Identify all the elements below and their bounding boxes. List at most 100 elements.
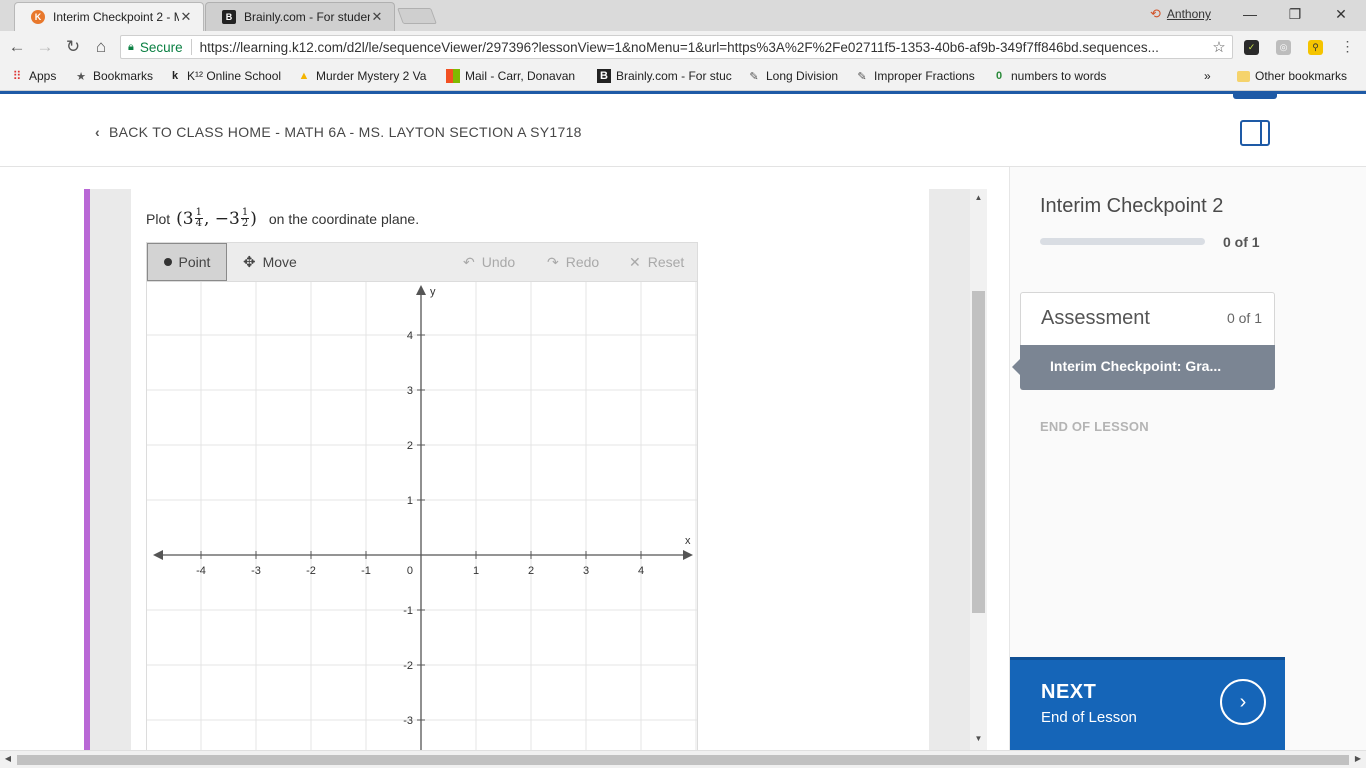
next-label: NEXT [1041, 681, 1097, 703]
extension-search-icon[interactable]: ⚲ [1308, 40, 1323, 55]
reset-x-icon: ✕ [629, 253, 641, 270]
scroll-up-arrow-icon[interactable]: ▲ [973, 193, 984, 202]
page-horizontal-scrollbar[interactable]: ◀ ▶ [0, 750, 1366, 768]
undo-button[interactable]: ↶ Undo [463, 243, 515, 281]
y-fraction-denominator: 2 [241, 218, 249, 229]
x-whole: 3 [182, 208, 194, 229]
profile-button[interactable]: ⟲ Anthony [1150, 6, 1211, 22]
bookmark-label: K¹² Online School [187, 69, 282, 83]
course-header: ‹ BACK TO CLASS HOME - MATH 6A - MS. LAY… [0, 94, 1366, 167]
back-to-class-link[interactable]: ‹ BACK TO CLASS HOME - MATH 6A - MS. LAY… [95, 124, 582, 140]
tab-interim-checkpoint[interactable]: K Interim Checkpoint 2 - M ✕ [14, 2, 204, 31]
minimize-icon[interactable]: — [1235, 3, 1265, 25]
content-scrollbar-thumb[interactable] [972, 291, 985, 613]
bookmark-star-icon[interactable]: ☆ [1206, 38, 1232, 56]
scroll-right-arrow-icon[interactable]: ▶ [1352, 754, 1364, 763]
lesson-content: ▲ ▼ Plot (3 14, −3 1 2) on the coordinate… [84, 189, 987, 750]
x-tick-label: 4 [638, 565, 644, 577]
brainly-icon: B [597, 69, 611, 83]
bookmark-item[interactable]: ▲ Murder Mystery 2 Va [297, 69, 427, 83]
browser-tab-bar: K Interim Checkpoint 2 - M ✕ B Brainly.c… [0, 0, 1366, 31]
x-tick-label: -2 [306, 565, 316, 577]
bookmark-label: Apps [29, 69, 57, 83]
coordinate-plane-svg[interactable]: x y -4 -3 -2 -1 1 2 3 4 4 3 2 1 -1 -2 -3 0 [147, 282, 697, 750]
scroll-left-arrow-icon[interactable]: ◀ [2, 754, 14, 763]
move-arrows-icon: ✥ [243, 254, 256, 271]
coordinate-plane[interactable]: x y -4 -3 -2 -1 1 2 3 4 4 3 2 1 -1 -2 -3 0 [146, 282, 698, 750]
lesson-sidebar: Interim Checkpoint 2 0 of 1 Assessment 0… [1009, 167, 1366, 750]
apps-grid-icon: ⠿ [12, 69, 22, 83]
k12-favicon-icon: K [31, 10, 45, 24]
overflow-label: » [1204, 69, 1211, 83]
restore-icon[interactable]: ❐ [1280, 3, 1310, 25]
lock-icon: 🔒︎ [128, 40, 134, 53]
y-tick-label: -3 [403, 715, 413, 727]
scroll-down-arrow-icon[interactable]: ▼ [973, 734, 984, 743]
divider [190, 39, 192, 55]
bookmark-apps[interactable]: ⠿ Apps [10, 69, 57, 83]
url-text[interactable]: https://learning.k12.com/d2l/le/sequence… [200, 40, 1206, 55]
y-tick-label: -2 [403, 660, 413, 672]
bookmark-item[interactable]: B Brainly.com - For stuc [597, 69, 732, 83]
close-icon[interactable]: ✕ [370, 9, 384, 25]
bookmark-label: numbers to words [1011, 69, 1107, 83]
new-tab-button[interactable] [397, 8, 437, 24]
bookmark-item[interactable]: ★ Bookmarks [74, 69, 153, 83]
assessment-item-current[interactable]: Interim Checkpoint: Gra... [1012, 345, 1275, 390]
x-tick-label: -1 [361, 565, 371, 577]
home-icon[interactable]: ⌂ [90, 36, 112, 58]
back-link-label: BACK TO CLASS HOME - MATH 6A - MS. LAYTO… [108, 124, 582, 140]
y-tick-label: 1 [407, 495, 413, 507]
lesson-progress-bar [1040, 238, 1205, 245]
page: ‹ BACK TO CLASS HOME - MATH 6A - MS. LAY… [0, 91, 1366, 750]
undo-label: Undo [481, 254, 516, 270]
bookmark-item[interactable]: k K¹² Online School [168, 69, 281, 83]
bookmark-item[interactable]: ✎ Improper Fractions [855, 69, 974, 83]
bookmark-item[interactable]: 0 numbers to words [992, 69, 1106, 83]
question-prefix: Plot [146, 210, 171, 227]
menu-kebab-icon[interactable]: ⋮ [1340, 39, 1355, 55]
y-whole: −3 [214, 208, 240, 229]
move-tool-button[interactable]: ✥ Move [243, 243, 297, 281]
page-icon: ✎ [749, 70, 759, 83]
undo-icon: ↶ [463, 253, 475, 270]
secure-label: Secure [139, 39, 183, 55]
bookmark-label: Bookmarks [93, 69, 154, 83]
bookmark-item[interactable]: Mail - Carr, Donavan [446, 69, 575, 83]
tab-title: Interim Checkpoint 2 - M [53, 10, 179, 24]
back-arrow-icon[interactable]: ← [6, 36, 28, 58]
y-tick-label: -1 [403, 605, 413, 617]
k12-icon: k [171, 70, 179, 82]
bookmarks-bar: ⠿ Apps ★ Bookmarks k K¹² Online School ▲… [0, 63, 1366, 91]
x-fraction-denominator: 4 [195, 218, 202, 229]
assessment-card[interactable]: Assessment 0 of 1 Interim Checkpoint: Gr… [1012, 292, 1275, 390]
move-tool-label: Move [262, 254, 297, 270]
window-close-icon[interactable]: ✕ [1326, 3, 1356, 25]
redo-label: Redo [565, 254, 600, 270]
next-button[interactable]: NEXT End of Lesson › [1010, 657, 1285, 750]
point-tool-button[interactable]: Point [147, 243, 227, 281]
x-axis-label: x [685, 535, 691, 547]
address-bar[interactable]: 🔒︎ Secure https://learning.k12.com/d2l/l… [120, 35, 1233, 59]
redo-button[interactable]: ↷ Redo [547, 243, 599, 281]
forward-arrow-icon[interactable]: → [34, 36, 56, 58]
drive-icon: ▲ [298, 70, 310, 82]
point-dot-icon [163, 258, 172, 266]
bookmarks-overflow-button[interactable]: » [1204, 69, 1211, 83]
extension-check-icon[interactable]: ✓ [1244, 40, 1259, 55]
tab-brainly[interactable]: B Brainly.com - For student ✕ [205, 2, 395, 31]
toggle-panel-icon[interactable] [1240, 120, 1270, 146]
close-icon[interactable]: ✕ [179, 9, 193, 25]
extension-gray-icon[interactable]: ◎ [1276, 40, 1291, 55]
reload-icon[interactable]: ↻ [62, 36, 84, 58]
point-tool-label: Point [178, 254, 211, 270]
lesson-progress-text: 0 of 1 [1223, 234, 1260, 250]
x-tick-label: -4 [196, 565, 206, 577]
profile-name: Anthony [1166, 7, 1211, 21]
reset-button[interactable]: ✕ Reset [629, 243, 684, 281]
assessment-title: Assessment [1041, 307, 1150, 329]
horizontal-scrollbar-thumb[interactable] [17, 755, 1349, 765]
other-bookmarks[interactable]: Other bookmarks [1237, 69, 1347, 83]
y-axis-arrow-up [416, 285, 426, 295]
bookmark-item[interactable]: ✎ Long Division [747, 69, 838, 83]
